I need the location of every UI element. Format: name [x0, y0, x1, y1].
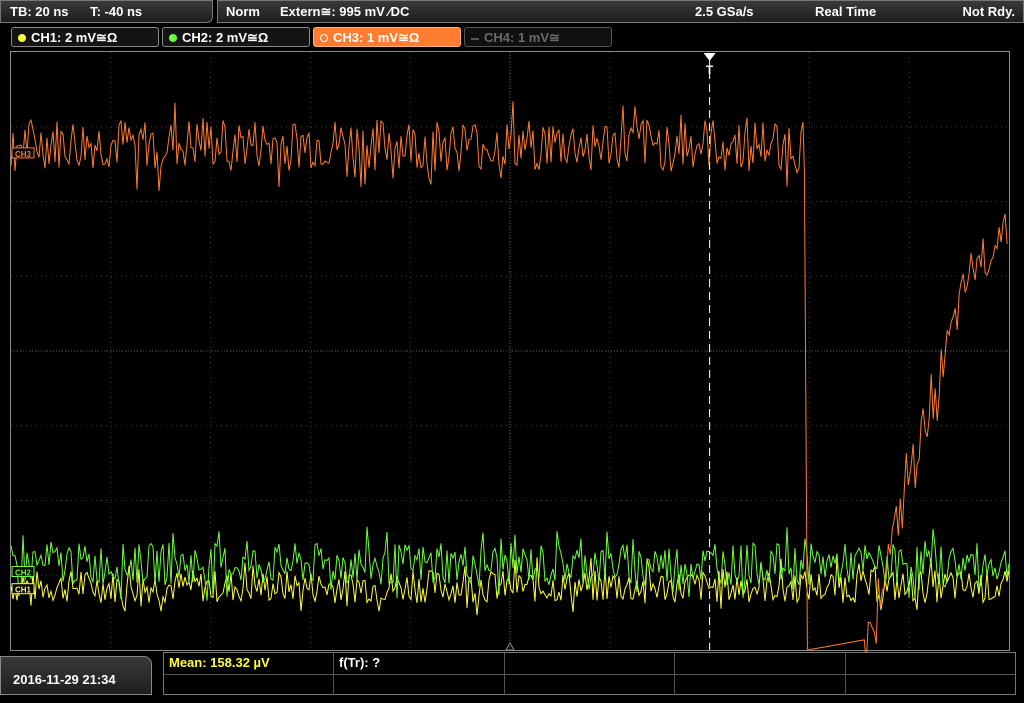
- trigger-marker-icon: [703, 53, 716, 61]
- measurement-slot-7: [334, 674, 505, 695]
- ground-marker-label: CH2: [15, 569, 32, 578]
- measurement-slot-8: [505, 674, 675, 695]
- measurement-slot-4: [675, 653, 846, 674]
- measurement-slot-5: [846, 653, 1015, 674]
- mean-measurement: Mean: 158.32 µV: [164, 653, 334, 674]
- datetime: 2016-11-29 21:34: [13, 672, 116, 687]
- waveform-display: T CH3 CH2 CH1: [10, 52, 1010, 664]
- ground-marker-label: CH3: [15, 150, 32, 159]
- measurement-table[interactable]: Mean: 158.32 µV f(Tr): ?: [163, 652, 1016, 695]
- measurement-slot-9: [675, 674, 846, 695]
- trigger-marker-label: T: [706, 63, 714, 77]
- measurement-slot-3: [505, 653, 675, 674]
- footer: 2016-11-29 21:34 Mean: 158.32 µV f(Tr): …: [0, 652, 1024, 695]
- datetime-box[interactable]: 2016-11-29 21:34: [0, 656, 152, 695]
- ground-marker-label: CH1: [15, 586, 32, 595]
- measurement-slot-10: [846, 674, 1015, 695]
- frequency-measurement: f(Tr): ?: [334, 653, 505, 674]
- measurement-slot-6: [164, 674, 334, 695]
